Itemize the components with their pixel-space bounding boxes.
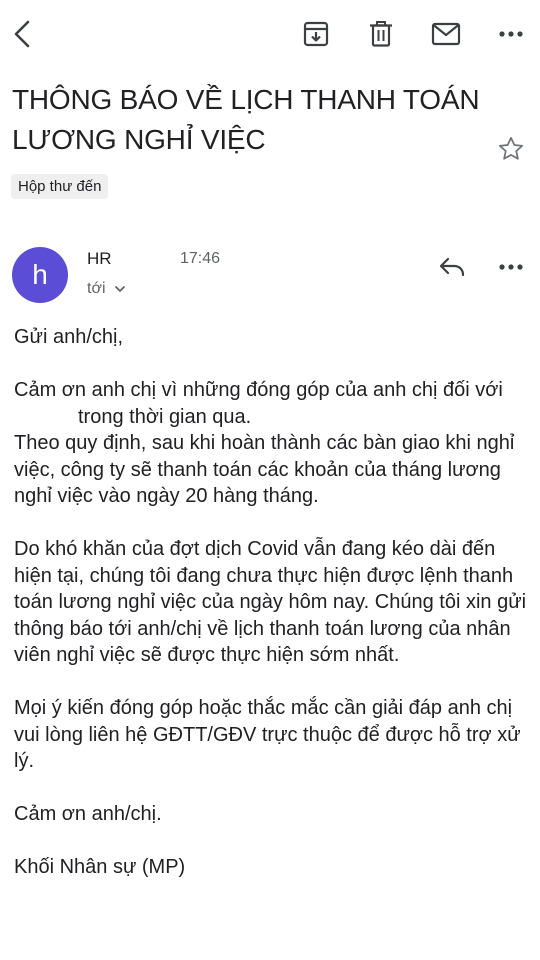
- star-icon: [499, 137, 523, 160]
- star-button[interactable]: [492, 130, 530, 168]
- signature: Khối Nhân sự (MP): [14, 856, 186, 878]
- avatar[interactable]: h: [12, 247, 68, 303]
- message-more-button[interactable]: [491, 250, 531, 284]
- chevron-down-icon: [114, 278, 126, 300]
- paragraph-thanks-start: Cảm ơn anh chị vì những đóng góp của anh…: [14, 379, 503, 401]
- mail-icon: [431, 22, 461, 46]
- more-options-button[interactable]: [491, 14, 531, 54]
- greeting: Gửi anh/chị,: [14, 326, 123, 348]
- paragraph-thanks-end: trong thời gian qua.: [78, 405, 252, 428]
- more-horizontal-icon: [499, 264, 523, 270]
- more-horizontal-icon: [499, 31, 523, 37]
- sent-time: 17:46: [180, 250, 221, 267]
- paragraph-thanks: Cảm ơn anh chị vì những đóng góp của anh…: [14, 377, 529, 430]
- inbox-label[interactable]: Hộp thư đến: [11, 174, 109, 199]
- delete-button[interactable]: [361, 14, 401, 54]
- trash-icon: [370, 21, 392, 47]
- mark-unread-button[interactable]: [426, 14, 466, 54]
- top-toolbar: [0, 0, 540, 70]
- archive-button[interactable]: [296, 14, 336, 54]
- closing-thanks: Cảm ơn anh/chị.: [14, 803, 162, 825]
- paragraph-contact: Mọi ý kiến đóng góp hoặc thắc mắc cần gi…: [14, 697, 521, 772]
- email-subject: THÔNG BÁO VỀ LỊCH THANH TOÁN LƯƠNG NGHỈ …: [12, 84, 480, 155]
- reply-icon: [439, 257, 465, 277]
- recipient-label: tới: [87, 280, 106, 297]
- chevron-left-icon: [14, 20, 30, 48]
- sender-name[interactable]: HR: [87, 248, 112, 270]
- archive-icon: [303, 21, 329, 47]
- back-button[interactable]: [2, 14, 42, 54]
- recipient-details[interactable]: tới: [87, 278, 126, 300]
- paragraph-policy: Theo quy định, sau khi hoàn thành các bà…: [14, 432, 515, 507]
- reply-button[interactable]: [432, 250, 472, 284]
- paragraph-covid: Do khó khăn của đợt dịch Covid vẫn đang …: [14, 538, 527, 666]
- email-body: Gửi anh/chị, Cảm ơn anh chị vì những đón…: [14, 324, 529, 881]
